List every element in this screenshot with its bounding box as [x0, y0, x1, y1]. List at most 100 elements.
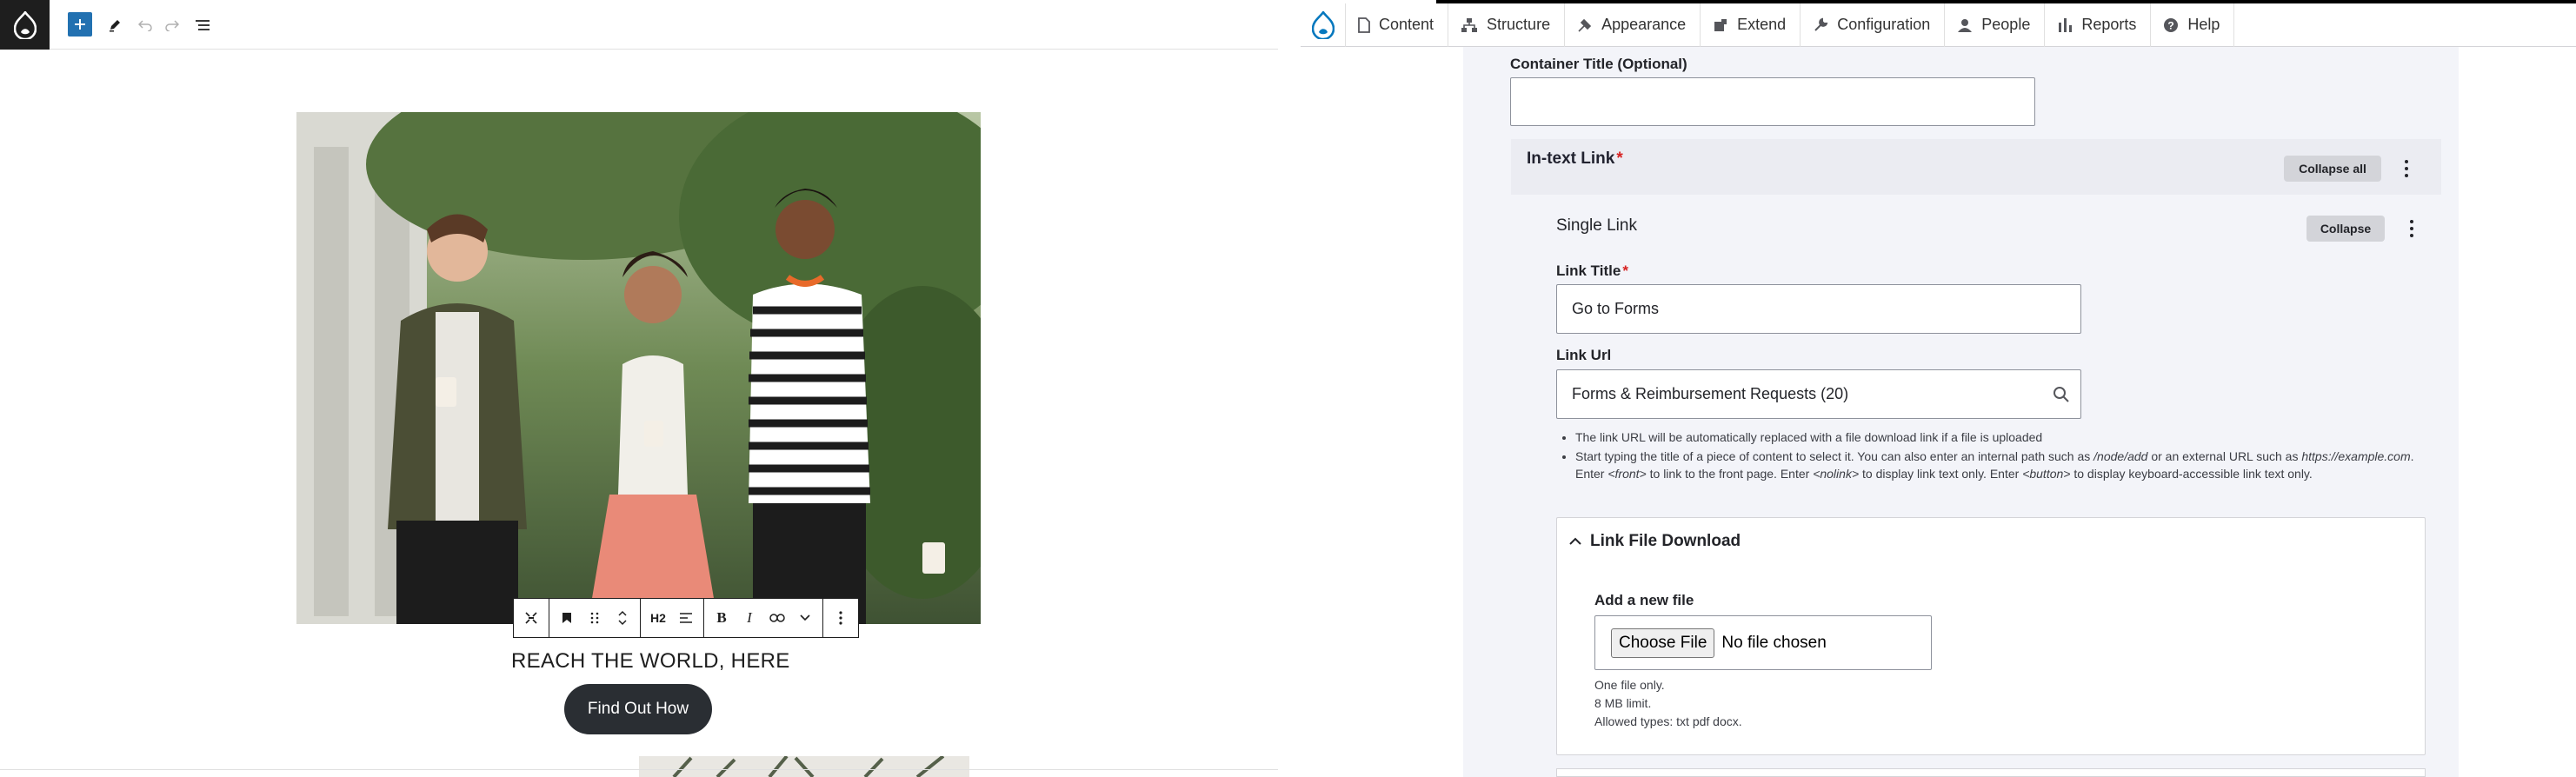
list-view-icon	[196, 20, 210, 30]
next-panel-edge	[1556, 768, 2426, 777]
required-marker: *	[1616, 149, 1623, 168]
admin-menu-help[interactable]: ? Help	[2151, 3, 2235, 47]
admin-menu-configuration[interactable]: Configuration	[1801, 3, 1946, 47]
redo-icon	[165, 20, 179, 31]
admin-menu-appearance[interactable]: Appearance	[1565, 3, 1701, 47]
help-url: https://example.com	[2301, 449, 2411, 463]
options-group	[823, 599, 858, 637]
block-mover-group	[549, 599, 641, 637]
undo-icon	[138, 20, 152, 31]
link-title-label: Link Title *	[1556, 262, 1628, 280]
align-button[interactable]	[674, 602, 698, 634]
link-url-label: Link Url	[1556, 347, 1612, 363]
intext-link-label: In-text Link	[1527, 149, 1615, 168]
people-icon	[1957, 17, 1973, 33]
italic-button[interactable]: I	[737, 602, 762, 634]
help-text: to link to the front page. Enter	[1646, 467, 1814, 481]
hero-image[interactable]	[296, 112, 981, 624]
choose-file-button[interactable]: Choose File	[1611, 628, 1715, 658]
block-toolbar: H2 B I	[513, 598, 859, 638]
link-icon	[769, 614, 785, 622]
cover-block-icon	[525, 612, 537, 624]
search-icon	[2053, 387, 2069, 402]
kebab-icon	[839, 611, 842, 625]
admin-menu-label: Reports	[2081, 16, 2137, 33]
help-text: Start typing the title of a piece of con…	[1575, 449, 2094, 463]
edit-tool-button[interactable]	[102, 12, 128, 38]
container-title-input[interactable]	[1510, 77, 2035, 126]
drupal-drop-icon	[1311, 10, 1335, 39]
drag-icon	[590, 612, 599, 624]
reports-icon	[2057, 17, 2073, 33]
admin-menu-people[interactable]: People	[1945, 3, 2046, 47]
intext-link-options-button[interactable]	[2398, 156, 2415, 182]
block-options-button[interactable]	[829, 602, 853, 634]
admin-menu-structure[interactable]: Structure	[1448, 3, 1566, 47]
add-block-button[interactable]	[68, 12, 92, 37]
admin-menu-label: Extend	[1737, 16, 1787, 33]
drupal-home-button[interactable]	[1301, 3, 1346, 47]
admin-toolbar: Content Structure Appearance Extend Configur…	[1301, 3, 2576, 47]
admin-menu-label: Help	[2187, 16, 2220, 33]
list-view-button[interactable]	[190, 12, 216, 38]
help-text: or an external URL such as	[2147, 449, 2302, 463]
redo-button[interactable]	[159, 12, 185, 38]
admin-menu-label: Structure	[1487, 16, 1551, 33]
undo-button[interactable]	[132, 12, 158, 38]
help-item-1: The link URL will be automatically repla…	[1575, 428, 2429, 446]
help-path: /node/add	[2093, 449, 2148, 463]
plus-icon	[75, 19, 85, 30]
plant-photo	[639, 756, 969, 777]
content-icon	[1358, 17, 1370, 33]
single-link-options-button[interactable]	[2403, 216, 2420, 242]
link-title-input[interactable]: Go to Forms	[1556, 284, 2081, 334]
admin-menu-reports[interactable]: Reports	[2045, 3, 2152, 47]
hero-heading[interactable]: REACH THE WORLD, HERE	[511, 649, 790, 674]
collapse-button[interactable]: Collapse	[2306, 216, 2385, 242]
more-formats-button[interactable]	[793, 602, 817, 634]
single-link-title: Single Link	[1556, 216, 1637, 235]
admin-menu-content[interactable]: Content	[1346, 3, 1449, 47]
bookmark-block-button[interactable]	[555, 602, 579, 634]
move-up-down-button[interactable]	[610, 602, 635, 634]
find-out-how-button[interactable]: Find Out How	[564, 684, 712, 734]
add-file-label: Add a new file	[1594, 592, 1694, 608]
structure-icon	[1461, 17, 1478, 33]
file-upload-field: Choose File No file chosen	[1594, 615, 1932, 670]
heading-group: H2	[641, 599, 704, 637]
link-button[interactable]	[765, 602, 789, 634]
appearance-icon	[1577, 17, 1593, 33]
chevron-up-down-icon	[618, 610, 627, 626]
align-left-icon	[680, 613, 692, 623]
file-limit-size: 8 MB limit.	[1594, 696, 1652, 710]
svg-text:?: ?	[2168, 19, 2174, 31]
admin-menu-label: People	[1981, 16, 2031, 33]
admin-menu-label: Appearance	[1601, 16, 1687, 33]
extend-icon	[1713, 17, 1728, 33]
select-parent-button[interactable]	[519, 602, 543, 634]
collapse-all-button[interactable]: Collapse all	[2284, 156, 2381, 182]
pane-gap	[1278, 0, 1301, 777]
drupal-logo-button[interactable]	[0, 0, 50, 50]
admin-menu-label: Content	[1379, 16, 1434, 33]
file-limit-count: One file only.	[1594, 678, 1665, 692]
people-walking-photo	[296, 112, 981, 624]
format-group: B I	[704, 599, 823, 637]
admin-menu-extend[interactable]: Extend	[1701, 3, 1801, 47]
container-title-label: Container Title (Optional)	[1510, 56, 1687, 72]
link-title-label-text: Link Title	[1556, 262, 1621, 279]
link-url-input[interactable]: Forms & Reimbursement Requests (20)	[1556, 369, 2081, 419]
heading-level-button[interactable]: H2	[646, 602, 670, 634]
file-limits: One file only. 8 MB limit. Allowed types…	[1594, 676, 1742, 731]
help-item-2: Start typing the title of a piece of con…	[1575, 448, 2429, 482]
no-file-text: No file chosen	[1721, 633, 1827, 652]
next-block-image	[639, 756, 969, 777]
block-editor: H2 B I REACH THE WORLD, HERE Find Out Ho…	[0, 0, 1278, 777]
admin-left-gutter	[1301, 47, 1463, 777]
admin-menu: Content Structure Appearance Extend Configur…	[1346, 3, 2235, 47]
link-url-help: The link URL will be automatically repla…	[1560, 428, 2429, 484]
drag-handle[interactable]	[582, 602, 607, 634]
bold-button[interactable]: B	[709, 602, 734, 634]
link-file-download-toggle[interactable]: Link File Download	[1569, 532, 1741, 551]
chevron-down-icon	[800, 614, 810, 621]
